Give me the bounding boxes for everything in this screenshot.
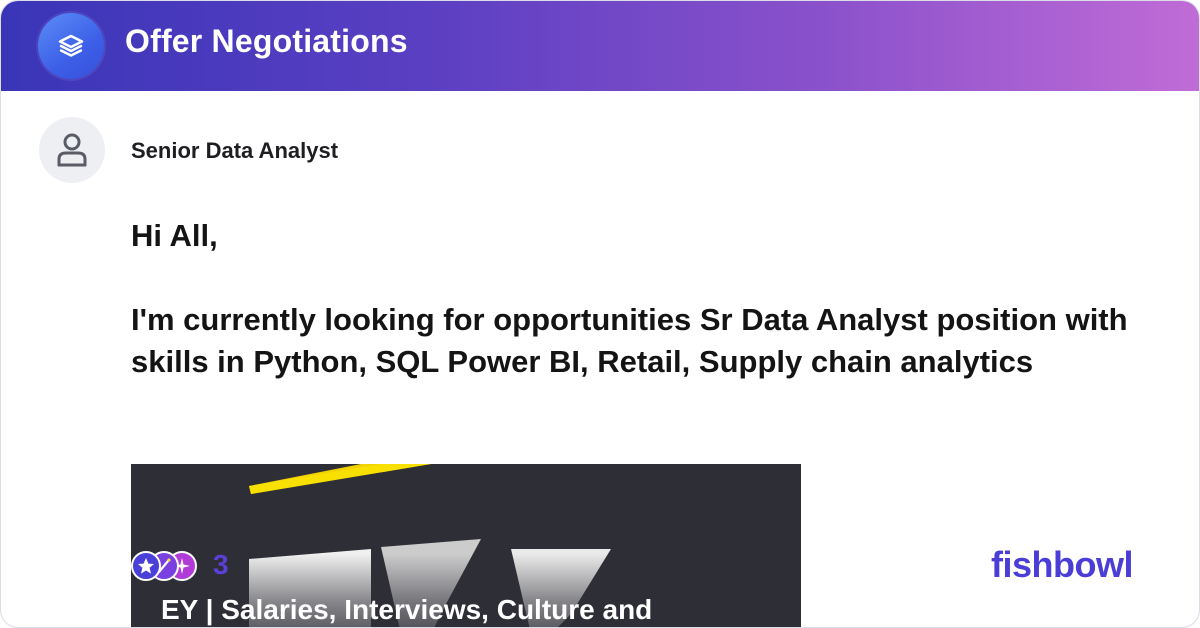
bowl-header[interactable]: Offer Negotiations (1, 1, 1199, 91)
post-greeting: Hi All, (131, 218, 218, 253)
star-reaction-icon[interactable] (131, 551, 161, 581)
link-preview[interactable]: EY | Salaries, Interviews, Culture and (131, 464, 801, 627)
post-content: Hi All, I'm currently looking for opport… (131, 215, 1171, 383)
post-card[interactable]: Offer Negotiations Senior Data Analyst H… (0, 0, 1200, 628)
layers-icon (58, 34, 84, 57)
author-name[interactable]: Senior Data Analyst (131, 138, 338, 164)
avatar[interactable] (39, 117, 105, 183)
fishbowl-logo: fishbowl (991, 544, 1134, 585)
bowl-icon (38, 13, 104, 79)
post-text: I'm currently looking for opportunities … (131, 302, 1128, 379)
preview-title[interactable]: EY | Salaries, Interviews, Culture and (161, 594, 652, 626)
reactions[interactable]: 3 (131, 549, 241, 583)
bowl-title[interactable]: Offer Negotiations (125, 23, 408, 60)
reaction-count[interactable]: 3 (213, 549, 229, 581)
user-icon (57, 133, 87, 167)
